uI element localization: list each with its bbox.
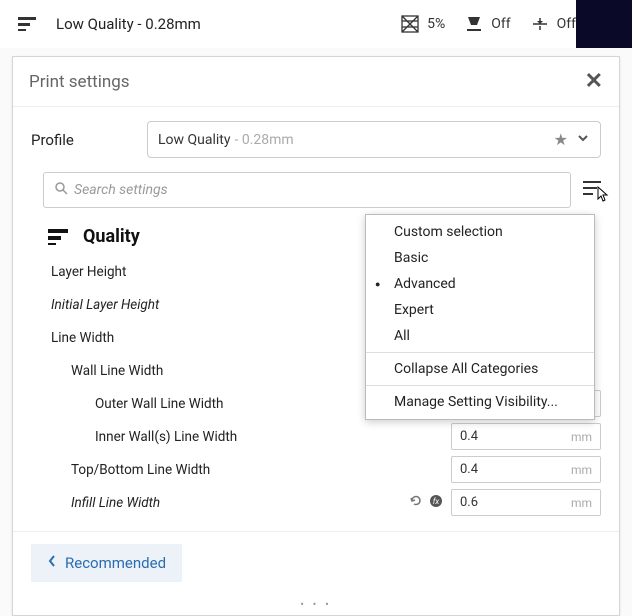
setting-top-bottom-line-width: Top/Bottom Line Width 0.4 mm [51,453,601,486]
unit: mm [571,463,592,477]
panel-title: Print settings [29,72,130,92]
visibility-menu-button[interactable] [583,180,601,201]
setting-label: Infill Line Width [51,495,383,511]
menu-custom-selection[interactable]: Custom selection [366,219,594,245]
menu-advanced[interactable]: Advanced [366,271,594,297]
adhesion-icon [529,13,551,35]
setting-label: Top/Bottom Line Width [51,462,383,478]
infill-indicator[interactable]: 5% [399,13,445,35]
support-indicator[interactable]: Off [463,13,510,35]
setting-inner-wall-line-width: Inner Wall(s) Line Width 0.4 mm [51,420,601,453]
value: 0.4 [460,429,571,444]
search-placeholder: Search settings [74,182,168,198]
value-input[interactable]: 0.4 mm [451,456,601,483]
panel-footer: Recommended [13,531,619,594]
window-corner [576,0,632,48]
quality-icon [16,13,38,35]
unit: mm [571,496,592,510]
menu-all[interactable]: All [366,323,594,349]
profile-row: Profile Low Quality - 0.28mm ★ [13,107,619,168]
close-icon[interactable]: ✕ [585,69,603,94]
value: 0.4 [460,462,571,477]
adhesion-value: Off [557,16,576,32]
star-icon[interactable]: ★ [554,130,568,149]
unit: mm [571,430,592,444]
setting-label: Layer Height [51,264,383,280]
setting-label: Line Width [51,330,383,346]
menu-separator [366,352,594,353]
setting-label: Outer Wall Line Width [51,396,383,412]
formula-icon[interactable]: fx [429,494,443,512]
profile-label: Profile [31,131,131,149]
search-input[interactable]: Search settings [43,172,571,208]
visibility-menu: Custom selection Basic Advanced Expert A… [365,214,595,420]
support-value: Off [491,16,510,32]
value: 0.6 [460,495,571,510]
chevron-down-icon[interactable] [576,131,590,149]
menu-collapse-all[interactable]: Collapse All Categories [366,356,594,382]
menu-separator [366,385,594,386]
value-input[interactable]: 0.4 mm [451,423,601,450]
quality-section-icon [43,228,73,246]
value-input[interactable]: 0.6 mm [451,489,601,516]
topbar-title[interactable]: Low Quality - 0.28mm [56,15,201,33]
cursor-icon [597,186,611,206]
setting-infill-line-width: Infill Line Width fx 0.6 mm [51,486,601,519]
menu-basic[interactable]: Basic [366,245,594,271]
reset-icon[interactable] [409,494,423,512]
svg-text:fx: fx [433,497,440,506]
menu-manage-visibility[interactable]: Manage Setting Visibility... [366,389,594,415]
setting-label: Inner Wall(s) Line Width [51,429,383,445]
recommended-label: Recommended [65,554,166,572]
setting-label: Wall Line Width [51,363,383,379]
support-icon [463,13,485,35]
profile-name: Low Quality [158,132,231,148]
infill-icon [399,13,421,35]
setting-label: Initial Layer Height [51,297,383,313]
menu-expert[interactable]: Expert [366,297,594,323]
recommended-button[interactable]: Recommended [31,544,182,582]
resize-handle[interactable]: • • • [13,594,619,615]
section-title-text: Quality [83,226,140,247]
profile-sub: - 0.28mm [235,132,294,148]
panel-header: Print settings ✕ [13,57,619,107]
topbar: Low Quality - 0.28mm 5% Off Off [0,0,632,48]
infill-value: 5% [427,16,445,32]
search-row: Search settings [13,168,619,218]
adhesion-indicator[interactable]: Off [529,13,576,35]
search-icon [54,181,68,199]
profile-select[interactable]: Low Quality - 0.28mm ★ [147,121,601,158]
chevron-left-icon [47,554,57,572]
